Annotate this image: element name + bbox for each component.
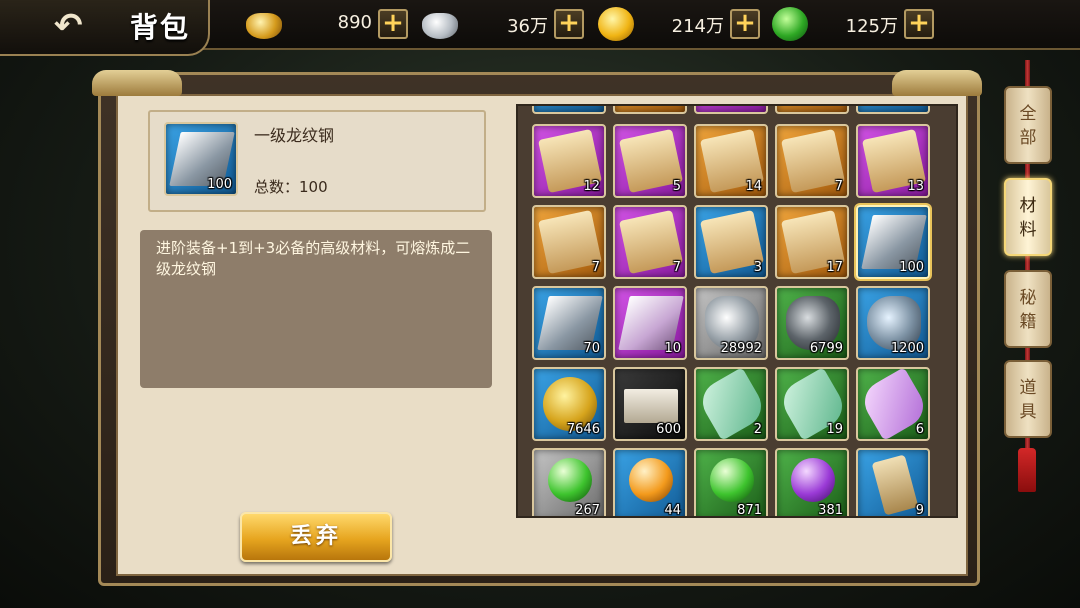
item-total: 总数：100 [254, 178, 328, 196]
slot-count: 28992 [720, 341, 762, 356]
slot-count: 7646 [566, 422, 600, 437]
orb-icon [548, 458, 592, 502]
inventory-slot[interactable]: 44 [613, 448, 687, 518]
currency-coin: 214万 + [598, 7, 768, 41]
inventory-slot[interactable] [532, 106, 606, 114]
item-count: 100 [207, 177, 232, 192]
tab-all[interactable]: 全部 [1004, 86, 1052, 164]
currency-gold: 890 + [246, 7, 416, 41]
slot-count: 2 [753, 422, 762, 437]
inventory-slot[interactable]: 7 [775, 124, 849, 198]
gold-ingot-icon [246, 13, 282, 39]
slot-count: 7 [672, 260, 681, 275]
slot-count: 7 [834, 179, 843, 194]
inventory-slot[interactable] [775, 106, 849, 114]
slot-count: 19 [826, 422, 843, 437]
currency-value: 890 [337, 12, 372, 33]
tab-label: 道具 [1019, 378, 1037, 422]
slot-count: 5 [672, 179, 681, 194]
inventory-slot[interactable]: 6799 [775, 286, 849, 360]
slot-count: 70 [583, 341, 600, 356]
panel-ornament-right [892, 70, 982, 96]
currency-value: 36万 [507, 16, 548, 37]
token-icon [871, 454, 919, 516]
panel-ornament-left [92, 70, 182, 96]
inventory-slot[interactable]: 10 [613, 286, 687, 360]
silver-ingot-icon [422, 13, 458, 39]
inventory-slot[interactable]: 12 [532, 124, 606, 198]
tab-secret-books[interactable]: 秘籍 [1004, 270, 1052, 348]
inventory-slot[interactable]: 70 [532, 286, 606, 360]
inventory-slot[interactable]: 13 [856, 124, 930, 198]
inventory-slot[interactable] [694, 106, 768, 114]
add-currency-button[interactable]: + [378, 9, 408, 39]
slot-count: 600 [656, 422, 681, 437]
orb-icon [629, 458, 673, 502]
currency-silver: 36万 + [422, 7, 592, 41]
slot-count: 14 [745, 179, 762, 194]
inventory-slot[interactable]: 267 [532, 448, 606, 518]
orb-icon [710, 458, 754, 502]
item-name: 一级龙纹钢 [254, 126, 335, 145]
back-button[interactable]: ↶ 背包 [0, 0, 210, 56]
brick-icon [624, 389, 678, 423]
inventory-slot[interactable]: 2 [694, 367, 769, 441]
slot-count: 9 [915, 503, 924, 518]
page-title: 背包 [130, 11, 191, 44]
slot-count: 3 [753, 260, 762, 275]
inventory-slot[interactable]: 3 [694, 205, 768, 279]
slot-count: 44 [664, 503, 681, 518]
inventory-grid[interactable]: 12 5 14 7 13 7 7 3 17 100 70 10 28992 6799 1200 7646 600… [516, 104, 958, 518]
inventory-slot[interactable]: 1200 [856, 286, 930, 360]
add-currency-button[interactable]: + [904, 9, 934, 39]
inventory-slot[interactable]: 5 [613, 124, 687, 198]
slot-count: 381 [818, 503, 843, 518]
orb-icon [791, 458, 835, 502]
inventory-slot[interactable]: 7 [613, 205, 687, 279]
inventory-slot[interactable]: 9 [856, 448, 930, 518]
discard-button[interactable]: 丢弃 [240, 512, 392, 562]
inventory-slot[interactable]: 28992 [694, 286, 768, 360]
add-currency-button[interactable]: + [730, 9, 760, 39]
slot-count: 1200 [890, 341, 924, 356]
currency-jade: 125万 + [772, 7, 942, 41]
selected-item-slot: 100 [164, 122, 238, 196]
jade-token-icon [772, 7, 808, 41]
slot-count: 10 [664, 341, 681, 356]
slot-count: 13 [907, 179, 924, 194]
inventory-slot[interactable]: 17 [775, 205, 849, 279]
inventory-slot[interactable] [856, 106, 930, 114]
tab-label: 秘籍 [1019, 288, 1037, 332]
inventory-slot[interactable]: 14 [694, 124, 768, 198]
slot-count: 6799 [809, 341, 843, 356]
slot-count: 267 [575, 503, 600, 518]
item-description: 进阶装备+1到+3必备的高级材料，可熔炼成二级龙纹钢 [156, 239, 471, 278]
inventory-slot[interactable]: 600 [613, 367, 687, 441]
coin-icon [598, 7, 634, 41]
tab-label: 全部 [1019, 104, 1037, 148]
inventory-slot[interactable] [613, 106, 687, 114]
slot-count: 12 [583, 179, 600, 194]
inventory-slot[interactable]: 871 [694, 448, 768, 518]
inventory-slot[interactable]: 7 [532, 205, 606, 279]
tab-items[interactable]: 道具 [1004, 360, 1052, 438]
slot-count: 6 [915, 422, 924, 437]
slot-count: 7 [591, 260, 600, 275]
inventory-slot[interactable]: 100 [856, 205, 930, 279]
slot-count: 871 [737, 503, 762, 518]
inventory-slot[interactable]: 19 [775, 367, 850, 441]
slot-count: 100 [899, 260, 924, 275]
back-arrow-icon: ↶ [54, 6, 83, 46]
add-currency-button[interactable]: + [554, 9, 584, 39]
tab-label: 材料 [1019, 196, 1037, 240]
tab-materials[interactable]: 材料 [1004, 178, 1052, 256]
inventory-slot[interactable]: 7646 [532, 367, 606, 441]
currency-value: 125万 [845, 16, 898, 37]
tassel-ornament [1018, 448, 1036, 492]
inventory-slot[interactable]: 6 [856, 367, 931, 441]
currency-value: 214万 [671, 16, 724, 37]
slot-count: 17 [826, 260, 843, 275]
inventory-slot[interactable]: 381 [775, 448, 849, 518]
